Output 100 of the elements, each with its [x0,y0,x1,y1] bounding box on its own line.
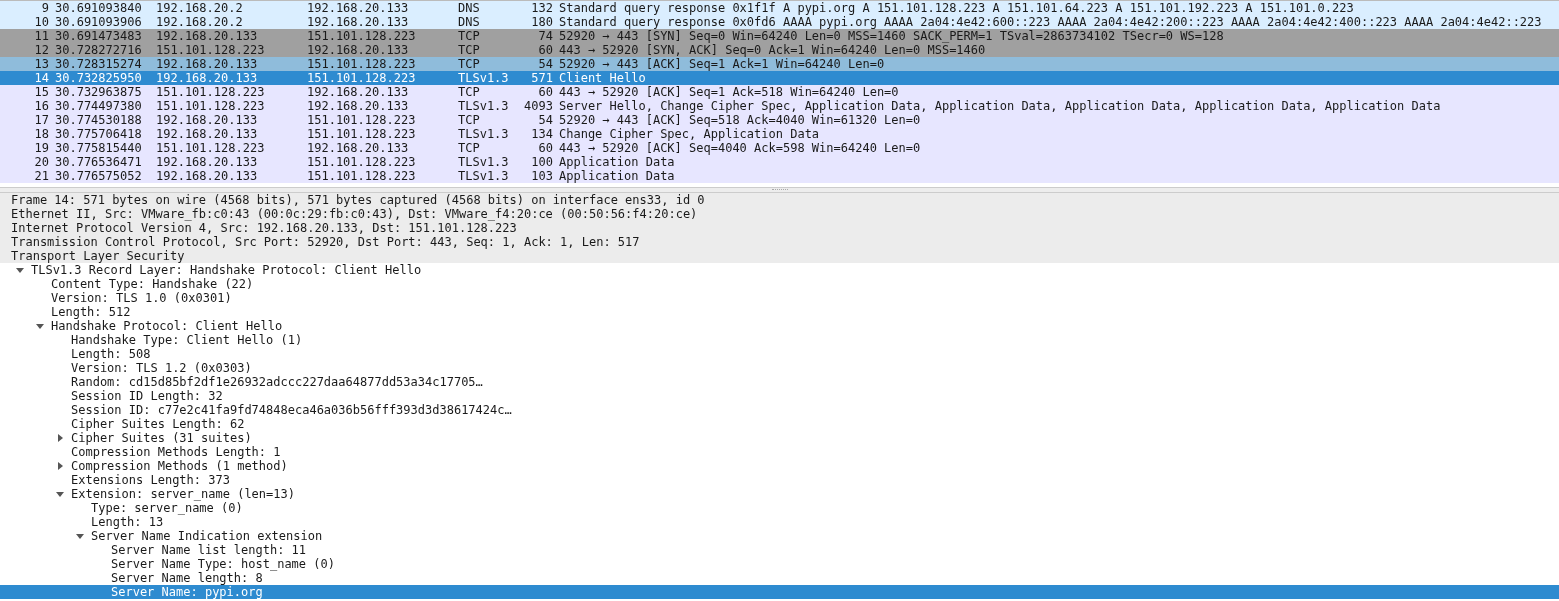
packet-info: 52920 → 443 [ACK] Seq=518 Ack=4040 Win=61320 Len=0 [558,113,921,127]
tree-item[interactable]: Ethernet II, Src: VMware_fb:c0:43 (00:0c:29:fb:c0:43), Dst: VMware_f4:20:ce (00:50:56:f4:20:ce) [0,207,1559,221]
packet-number: 10 [33,15,49,29]
packet-time: 30.732963875 [54,85,143,99]
tree-item[interactable]: Transport Layer Security [0,249,1559,263]
tree-item[interactable]: Transmission Control Protocol, Src Port: 52920, Dst Port: 443, Seq: 1, Ack: 1, Len: 517 [0,235,1559,249]
packet-info: Application Data [558,155,675,169]
tree-item[interactable]: Content Type: Handshake (22) [0,277,1559,291]
packet-length: 60 [537,85,553,99]
packet-protocol: TLSv1.3 [458,71,508,85]
packet-info: 443 → 52920 [ACK] Seq=1 Ack=518 Win=64240 Len=0 [558,85,899,99]
packet-protocol: DNS [458,15,481,29]
tree-item[interactable]: TLSv1.3 Record Layer: Handshake Protocol: Client Hello [0,263,1559,277]
packet-destination: 151.101.128.223 [307,29,417,43]
tree-item[interactable]: Version: TLS 1.0 (0x0301) [0,291,1559,305]
packet-protocol: TCP [458,43,481,57]
packet-info: 443 → 52920 [SYN, ACK] Seq=0 Ack=1 Win=64240 Len=0 MSS=1460 [558,43,986,57]
packet-row[interactable]: 9 30.691093840 192.168.20.2 192.168.20.133 DNS 132 Standard query response 0x1f1f A pypi.org A 151.101.128.223 A 151.101.64.223 A 151.101.192.223 A 151.101.0.223 [0,1,1559,15]
packet-row[interactable]: 15 30.732963875 151.101.128.223 192.168.20.133 TCP 60 443 → 52920 [ACK] Seq=1 Ack=518 Win=64240 Len=0 [0,85,1559,99]
packet-length: 60 [537,141,553,155]
tree-item[interactable]: Cipher Suites (31 suites) [0,431,1559,445]
packet-length: 132 [530,1,553,15]
expander-icon[interactable] [56,490,64,498]
tree-item[interactable]: Extensions Length: 373 [0,473,1559,487]
packet-destination: 192.168.20.133 [307,99,410,113]
packet-number: 15 [33,85,49,99]
packet-destination: 151.101.128.223 [307,71,417,85]
tree-item[interactable]: Server Name length: 8 [0,571,1559,585]
tree-item[interactable]: Compression Methods (1 method) [0,459,1559,473]
packet-info: Client Hello [558,71,646,85]
packet-row[interactable]: 19 30.775815440 151.101.128.223 192.168.20.133 TCP 60 443 → 52920 [ACK] Seq=4040 Ack=598 Win=64240 Len=0 [0,141,1559,155]
tree-item[interactable]: Length: 13 [0,515,1559,529]
packet-row[interactable]: 11 30.691473483 192.168.20.133 151.101.128.223 TCP 74 52920 → 443 [SYN] Seq=0 Win=64240 Len=0 MSS=1460 SACK_PERM=1 TSval=2863734102 TSecr=0 WS=128 [0,29,1559,43]
packet-source: 151.101.128.223 [156,43,266,57]
tree-item[interactable]: Server Name Type: host_name (0) [0,557,1559,571]
packet-time: 30.691473483 [54,29,143,43]
packet-time: 30.775706418 [54,127,143,141]
packet-protocol: TCP [458,113,481,127]
packet-row[interactable]: 17 30.774530188 192.168.20.133 151.101.128.223 TCP 54 52920 → 443 [ACK] Seq=518 Ack=4040 Win=61320 Len=0 [0,113,1559,127]
expander-icon[interactable] [56,434,64,442]
packet-info: 52920 → 443 [SYN] Seq=0 Win=64240 Len=0 MSS=1460 SACK_PERM=1 TSval=2863734102 TSecr=0 WS=128 [558,29,1224,43]
tree-item[interactable]: Length: 508 [0,347,1559,361]
tree-item[interactable]: Type: server_name (0) [0,501,1559,515]
tree-item[interactable]: Session ID Length: 32 [0,389,1559,403]
packet-number: 21 [33,169,49,183]
packet-time: 30.776575052 [54,169,143,183]
packet-row[interactable]: 10 30.691093906 192.168.20.2 192.168.20.133 DNS 180 Standard query response 0x0fd6 AAAA pypi.org AAAA 2a04:4e42:600::223 AAAA 2a04:4e42:200::223 AAAA 2a04:4e42:400::223 AAAA 2a04:4e42::223 [0,15,1559,29]
packet-length: 4093 [523,99,553,113]
tree-item[interactable]: Session ID: c77e2c41fa9fd74848eca46a036b56fff393d3d38617424c… [0,403,1559,417]
packet-length: 60 [537,43,553,57]
tree-item[interactable]: Server Name: pypi.org [0,585,1559,599]
packet-number: 9 [40,1,49,15]
packet-destination: 151.101.128.223 [307,57,417,71]
packet-row[interactable]: 16 30.774497380 151.101.128.223 192.168.20.133 TLSv1.3 4093 Server Hello, Change Cipher Spec, Application Data, Application Data, Application Data, Application Data, Application Data [0,99,1559,113]
packet-length: 100 [530,155,553,169]
packet-number: 17 [33,113,49,127]
packet-info: Server Hello, Change Cipher Spec, Application Data, Application Data, Application Data, Application Data, Application Data [558,99,1441,113]
packet-row[interactable]: 14 30.732825950 192.168.20.133 151.101.128.223 TLSv1.3 571 Client Hello [0,71,1559,85]
tree-item[interactable]: Server Name Indication extension [0,529,1559,543]
packet-length: 134 [530,127,553,141]
packet-number: 13 [33,57,49,71]
packet-protocol: TLSv1.3 [458,99,508,113]
expander-icon[interactable] [56,462,64,470]
packet-row[interactable]: 13 30.728315274 192.168.20.133 151.101.128.223 TCP 54 52920 → 443 [ACK] Seq=1 Ack=1 Win=64240 Len=0 [0,57,1559,71]
packet-info: Application Data [558,169,675,183]
packet-destination: 192.168.20.133 [307,85,410,99]
packet-protocol: DNS [458,1,481,15]
packet-time: 30.728315274 [54,57,143,71]
tree-item[interactable]: Frame 14: 571 bytes on wire (4568 bits), 571 bytes captured (4568 bits) on interface ens33, id 0 [0,193,1559,207]
packet-info: Standard query response 0x0fd6 AAAA pypi.org AAAA 2a04:4e42:600::223 AAAA 2a04:4e42:200::223 AAAA 2a04:4e42:400::223 AAAA 2a04:4e42::223 [558,15,1542,29]
packet-row[interactable]: 18 30.775706418 192.168.20.133 151.101.128.223 TLSv1.3 134 Change Cipher Spec, Application Data [0,127,1559,141]
tree-item[interactable]: Server Name list length: 11 [0,543,1559,557]
packet-protocol: TLSv1.3 [458,127,508,141]
packet-protocol: TCP [458,141,481,155]
packet-length: 54 [537,57,553,71]
expander-icon[interactable] [16,266,24,274]
packet-protocol: TCP [458,29,481,43]
expander-icon[interactable] [36,322,44,330]
packet-length: 54 [537,113,553,127]
tree-item[interactable]: Cipher Suites Length: 62 [0,417,1559,431]
tree-item[interactable]: Extension: server_name (len=13) [0,487,1559,501]
tree-item[interactable]: Handshake Type: Client Hello (1) [0,333,1559,347]
tree-item[interactable]: Compression Methods Length: 1 [0,445,1559,459]
packet-protocol: TLSv1.3 [458,155,508,169]
tree-item[interactable]: Random: cd15d85bf2df1e26932adccc227daa64877dd53a34c17705… [0,375,1559,389]
packet-row[interactable]: 20 30.776536471 192.168.20.133 151.101.128.223 TLSv1.3 100 Application Data [0,155,1559,169]
packet-time: 30.776536471 [54,155,143,169]
tree-item[interactable]: Internet Protocol Version 4, Src: 192.168.20.133, Dst: 151.101.128.223 [0,221,1559,235]
packet-protocol: TCP [458,57,481,71]
tree-item[interactable]: Version: TLS 1.2 (0x0303) [0,361,1559,375]
packet-row[interactable]: 12 30.728272716 151.101.128.223 192.168.20.133 TCP 60 443 → 52920 [SYN, ACK] Seq=0 Ack=1 Win=64240 Len=0 MSS=1460 [0,43,1559,57]
packet-source: 192.168.20.133 [156,57,259,71]
packet-time: 30.775815440 [54,141,143,155]
tree-item[interactable]: Handshake Protocol: Client Hello [0,319,1559,333]
packet-protocol: TLSv1.3 [458,169,508,183]
expander-icon[interactable] [76,532,84,540]
tree-item[interactable]: Length: 512 [0,305,1559,319]
packet-source: 151.101.128.223 [156,99,266,113]
packet-row[interactable]: 21 30.776575052 192.168.20.133 151.101.128.223 TLSv1.3 103 Application Data [0,169,1559,183]
packet-destination: 151.101.128.223 [307,113,417,127]
